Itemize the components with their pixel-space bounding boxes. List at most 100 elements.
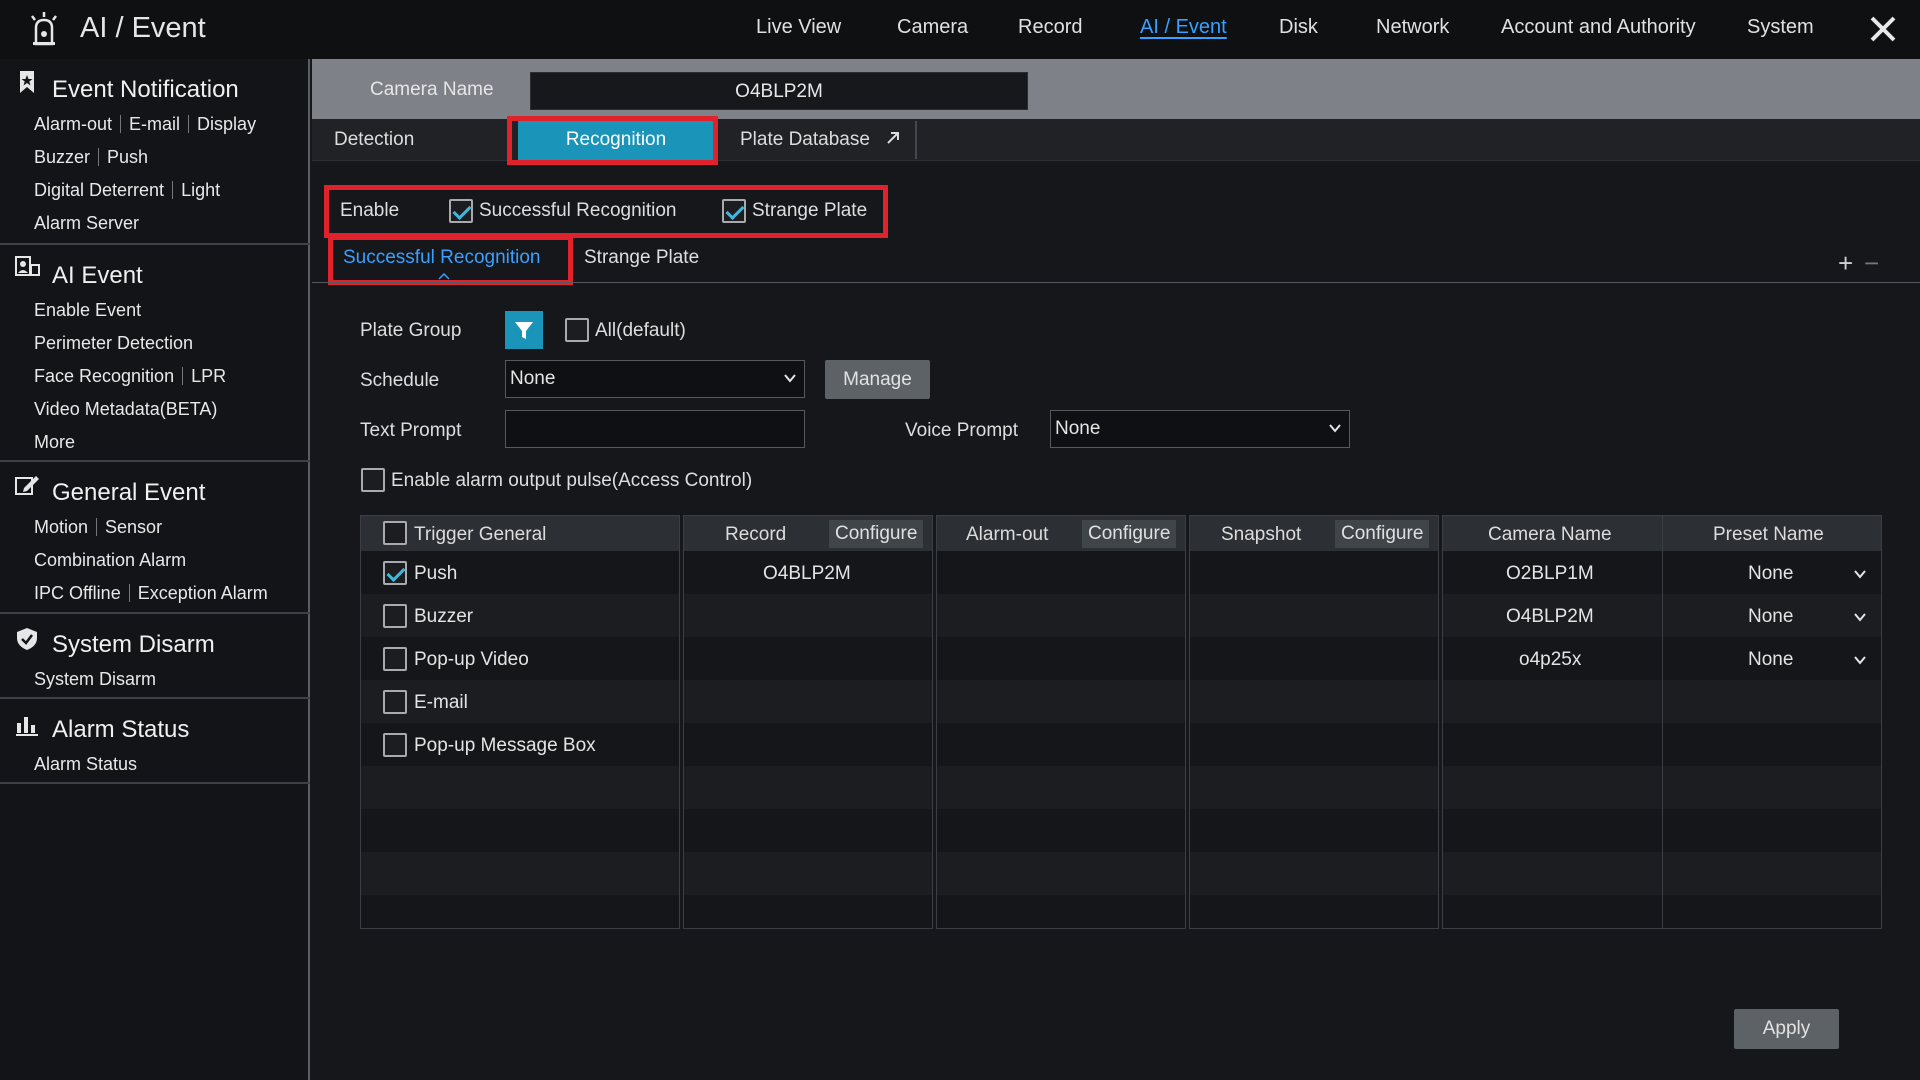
tab-plate-database-label: Plate Database [740, 129, 870, 150]
preset-row-camera: o4p25x [1519, 649, 1582, 670]
all-default-label: All(default) [595, 320, 686, 341]
chevron-down-icon[interactable] [1853, 653, 1867, 667]
voice-prompt-value: None [1055, 418, 1101, 439]
sidebar-item-video-metadata[interactable]: Video Metadata(BETA) [34, 399, 217, 419]
add-icon[interactable]: + [1838, 248, 1853, 279]
alarm-out-column: Alarm-out Configure [936, 515, 1186, 929]
successful-recognition-checkbox[interactable] [449, 199, 473, 223]
sidebar-item-sensor[interactable]: Sensor [105, 517, 162, 537]
nav-ai-event[interactable]: AI / Event [1140, 16, 1227, 39]
sidebar-item-push[interactable]: Push [107, 147, 148, 167]
alarm-output-pulse-checkbox[interactable] [361, 468, 385, 492]
sidebar-item-email[interactable]: E-mail [129, 114, 180, 134]
chevron-down-icon [784, 374, 796, 383]
trigger-popup-message-checkbox[interactable] [383, 733, 407, 757]
sidebar-section-system-disarm: System Disarm System Disarm [0, 614, 310, 699]
voice-prompt-label: Voice Prompt [905, 420, 1018, 441]
sidebar-section-general-event: General Event Motion Sensor Combination A… [0, 462, 310, 614]
trigger-column: Trigger General Push Buzzer Pop-up Video… [360, 515, 680, 929]
camera-name-select[interactable]: O4BLP2M [530, 72, 1028, 110]
trigger-general-header: Trigger General [414, 524, 547, 545]
sidebar-item-ipc-offline[interactable]: IPC Offline [34, 583, 121, 603]
page-title: AI / Event [80, 12, 206, 44]
nav-record[interactable]: Record [1018, 16, 1082, 39]
sidebar-item-display[interactable]: Display [197, 114, 256, 134]
sidebar-item-alarm-status[interactable]: Alarm Status [34, 754, 137, 774]
preset-row-camera: O2BLP1M [1506, 563, 1594, 584]
sidebar-item-lpr[interactable]: LPR [191, 366, 226, 386]
nav-camera[interactable]: Camera [897, 16, 968, 39]
enable-label: Enable [340, 200, 400, 221]
schedule-select[interactable]: None [505, 360, 805, 398]
filter-icon [515, 322, 533, 339]
schedule-label: Schedule [360, 370, 440, 391]
trigger-popup-video-checkbox[interactable] [383, 647, 407, 671]
strange-plate-label: Strange Plate [752, 200, 868, 221]
close-icon[interactable] [1868, 14, 1898, 44]
voice-prompt-select[interactable]: None [1050, 410, 1350, 448]
record-configure-button[interactable]: Configure [829, 520, 924, 548]
manage-button[interactable]: Manage [825, 360, 930, 399]
sidebar-item-system-disarm[interactable]: System Disarm [34, 669, 156, 689]
text-prompt-input[interactable] [505, 410, 805, 448]
shield-icon [17, 628, 37, 650]
snapshot-column: Snapshot Configure [1189, 515, 1439, 929]
bar-status-icon [16, 717, 38, 736]
sidebar-item-combination-alarm[interactable]: Combination Alarm [34, 550, 186, 570]
sidebar-item-alarm-server[interactable]: Alarm Server [34, 213, 139, 233]
record-header: Record [725, 524, 787, 545]
nav-system[interactable]: System [1747, 16, 1814, 39]
subtab-strange-plate[interactable]: Strange Plate [584, 247, 699, 269]
sidebar-title: Alarm Status [52, 716, 190, 743]
plate-group-label: Plate Group [360, 320, 462, 341]
edit-event-icon [15, 476, 39, 495]
preset-row-value[interactable]: None [1748, 606, 1793, 628]
record-column: Record Configure O4BLP2M [683, 515, 933, 929]
sidebar-item-more[interactable]: More [34, 432, 75, 452]
sidebar-item-enable-event[interactable]: Enable Event [34, 300, 141, 320]
sidebar-item-perimeter-detection[interactable]: Perimeter Detection [34, 333, 193, 353]
sidebar-item-face-recognition[interactable]: Face Recognition [34, 366, 174, 386]
preset-row-value[interactable]: None [1748, 563, 1793, 585]
remove-icon[interactable]: − [1864, 248, 1879, 279]
successful-recognition-label: Successful Recognition [479, 200, 677, 221]
sidebar-item-motion[interactable]: Motion [34, 517, 88, 537]
camera-bar: Camera Name O4BLP2M [312, 59, 1920, 119]
tab-detection[interactable]: Detection [334, 119, 414, 161]
plate-group-filter-button[interactable] [505, 311, 543, 349]
sidebar-item-exception-alarm[interactable]: Exception Alarm [138, 583, 268, 603]
all-default-checkbox[interactable] [565, 318, 589, 342]
trigger-push-label: Push [414, 563, 458, 584]
trigger-buzzer-checkbox[interactable] [383, 604, 407, 628]
sidebar-item-buzzer[interactable]: Buzzer [34, 147, 90, 167]
highlight-box [507, 116, 718, 165]
subtab-successful-recognition[interactable]: Successful Recognition [343, 247, 541, 269]
camera-name-label: Camera Name [370, 79, 494, 100]
trigger-general-checkbox[interactable] [383, 521, 407, 545]
trigger-buzzer-label: Buzzer [414, 606, 474, 627]
trigger-email-checkbox[interactable] [383, 690, 407, 714]
chevron-down-icon[interactable] [1853, 610, 1867, 624]
sidebar-item-light[interactable]: Light [181, 180, 220, 200]
sidebar-item-alarm-out[interactable]: Alarm-out [34, 114, 112, 134]
nav-disk[interactable]: Disk [1279, 16, 1318, 39]
preset-row-value[interactable]: None [1748, 649, 1793, 671]
preset-row-camera: O4BLP2M [1506, 606, 1594, 627]
sidebar-section-ai-event: AI Event Enable Event Perimeter Detectio… [0, 245, 310, 462]
nav-network[interactable]: Network [1376, 16, 1449, 39]
sidebar-title: System Disarm [52, 631, 215, 658]
trigger-email-label: E-mail [414, 692, 468, 713]
trigger-push-checkbox[interactable] [383, 561, 407, 585]
camera-name-header: Camera Name [1488, 524, 1612, 545]
nav-live-view[interactable]: Live View [756, 16, 841, 39]
strange-plate-checkbox[interactable] [722, 199, 746, 223]
alarm-out-configure-button[interactable]: Configure [1082, 520, 1177, 548]
alarm-bell-icon [31, 12, 57, 46]
sidebar-item-digital-deterrent[interactable]: Digital Deterrent [34, 180, 164, 200]
chevron-down-icon[interactable] [1853, 567, 1867, 581]
nav-account-and-authority[interactable]: Account and Authority [1501, 16, 1696, 39]
snapshot-configure-button[interactable]: Configure [1335, 520, 1430, 548]
apply-button[interactable]: Apply [1734, 1009, 1839, 1049]
bookmark-star-icon [20, 71, 34, 93]
tab-plate-database[interactable]: Plate Database [740, 119, 901, 161]
